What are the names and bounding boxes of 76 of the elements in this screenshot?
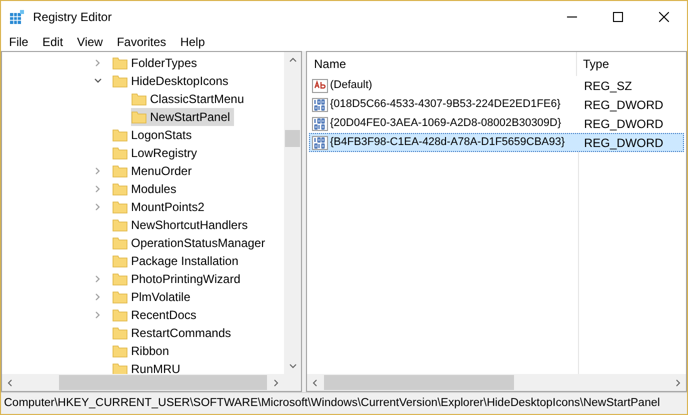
folder-icon <box>112 145 128 161</box>
folder-icon <box>112 343 128 359</box>
folder-icon <box>112 307 128 323</box>
tree-item[interactable]: RunMRU <box>112 360 184 374</box>
chevron-right-icon[interactable] <box>94 167 102 175</box>
chevron-down-icon[interactable] <box>94 77 102 85</box>
app-icon <box>9 8 25 24</box>
tree-item[interactable]: LogonStats <box>112 126 196 144</box>
chevron-right-icon[interactable] <box>94 59 102 67</box>
menu-item[interactable]: Edit <box>42 32 64 50</box>
tree-item[interactable]: PhotoPrintingWizard <box>112 270 244 288</box>
tree-item[interactable]: FolderTypes <box>112 54 202 72</box>
chevron-right-icon[interactable] <box>94 185 102 193</box>
folder-icon <box>112 181 128 197</box>
maximize-icon <box>613 12 623 22</box>
value-row[interactable]: (Default) REG_SZ <box>309 76 684 95</box>
binary-value-icon <box>312 116 328 132</box>
value-name: (Default) <box>330 78 372 94</box>
chevron-right-icon[interactable] <box>94 293 102 301</box>
tree-item[interactable]: Ribbon <box>112 342 174 360</box>
menu-item[interactable]: Favorites <box>116 32 166 50</box>
value-type: REG_DWORD <box>583 116 664 132</box>
folder-icon <box>112 235 128 251</box>
horizontal-scrollbar[interactable] <box>2 374 301 391</box>
tree-item[interactable]: ClassicStartMenu <box>131 90 248 108</box>
value-type: REG_DWORD <box>583 96 664 114</box>
column-header[interactable]: Name <box>307 52 577 76</box>
tree-item[interactable]: RecentDocs <box>112 306 200 324</box>
scrollbar-thumb[interactable] <box>59 375 267 390</box>
value-name: {B4FB3F98-C1EA-428d-A78A-D1F5659CBA93} <box>330 135 565 150</box>
value-type: REG_DWORD <box>583 134 664 152</box>
column-header[interactable]: Type <box>577 52 686 76</box>
tree-item[interactable]: Package Installation <box>112 252 242 270</box>
folder-icon <box>112 253 128 269</box>
tree-item[interactable]: MountPoints2 <box>112 198 208 216</box>
vertical-scrollbar[interactable] <box>284 52 301 374</box>
string-value-icon <box>312 78 328 94</box>
tree-item[interactable]: OperationStatusManager <box>112 234 270 252</box>
tree-item[interactable]: LowRegistry <box>112 144 202 162</box>
value-row[interactable]: {B4FB3F98-C1EA-428d-A78A-D1F5659CBA93} REG_DWORD <box>309 133 684 152</box>
scrollbar-thumb[interactable] <box>285 130 300 147</box>
value-type: REG_SZ <box>583 78 632 94</box>
tree-item[interactable]: Modules <box>112 180 180 198</box>
tree-item[interactable]: HideDesktopIcons <box>112 72 232 90</box>
folder-icon <box>112 127 128 143</box>
folder-icon <box>112 325 128 341</box>
folder-icon <box>112 73 128 89</box>
folder-icon <box>112 55 128 71</box>
close-icon <box>659 12 669 22</box>
binary-value-icon <box>312 134 328 150</box>
value-name: {018D5C66-4533-4307-9B53-224DE2ED1FE6} <box>330 97 561 112</box>
menu-item[interactable]: View <box>77 32 103 50</box>
tree-item[interactable]: MenuOrder <box>112 162 196 180</box>
window-title: Registry Editor <box>33 8 112 26</box>
chevron-right-icon[interactable] <box>94 311 102 319</box>
scrollbar-thumb[interactable] <box>324 375 514 390</box>
folder-icon <box>112 217 128 233</box>
chevron-right-icon[interactable] <box>94 275 102 283</box>
value-row[interactable]: {20D04FE0-3AEA-1069-A2D8-08002B30309D} REG_DWORD <box>309 114 684 133</box>
folder-icon <box>112 199 128 215</box>
status-bar-path: Computer\HKEY_CURRENT_USER\SOFTWARE\Microsoft\Windows\CurrentVersion\Explorer\HideDesktopIcons\NewStartPanel <box>3 396 660 411</box>
chevron-right-icon[interactable] <box>94 203 102 211</box>
binary-value-icon <box>312 96 328 112</box>
folder-icon <box>112 289 128 305</box>
value-name: {20D04FE0-3AEA-1069-A2D8-08002B30309D} <box>330 116 562 132</box>
horizontal-scrollbar[interactable] <box>307 374 686 391</box>
menu-item[interactable]: File <box>9 32 28 50</box>
folder-icon <box>112 271 128 287</box>
menu-item[interactable]: Help <box>180 32 205 50</box>
folder-icon <box>112 163 128 179</box>
tree-item[interactable]: NewShortcutHandlers <box>112 216 252 234</box>
tree-item[interactable]: RestartCommands <box>112 324 236 342</box>
value-row[interactable]: {018D5C66-4533-4307-9B53-224DE2ED1FE6} REG_DWORD <box>309 95 684 114</box>
folder-icon <box>131 109 147 125</box>
tree-item[interactable]: NewStartPanel <box>131 108 234 126</box>
tree-item[interactable]: PlmVolatile <box>112 288 194 306</box>
